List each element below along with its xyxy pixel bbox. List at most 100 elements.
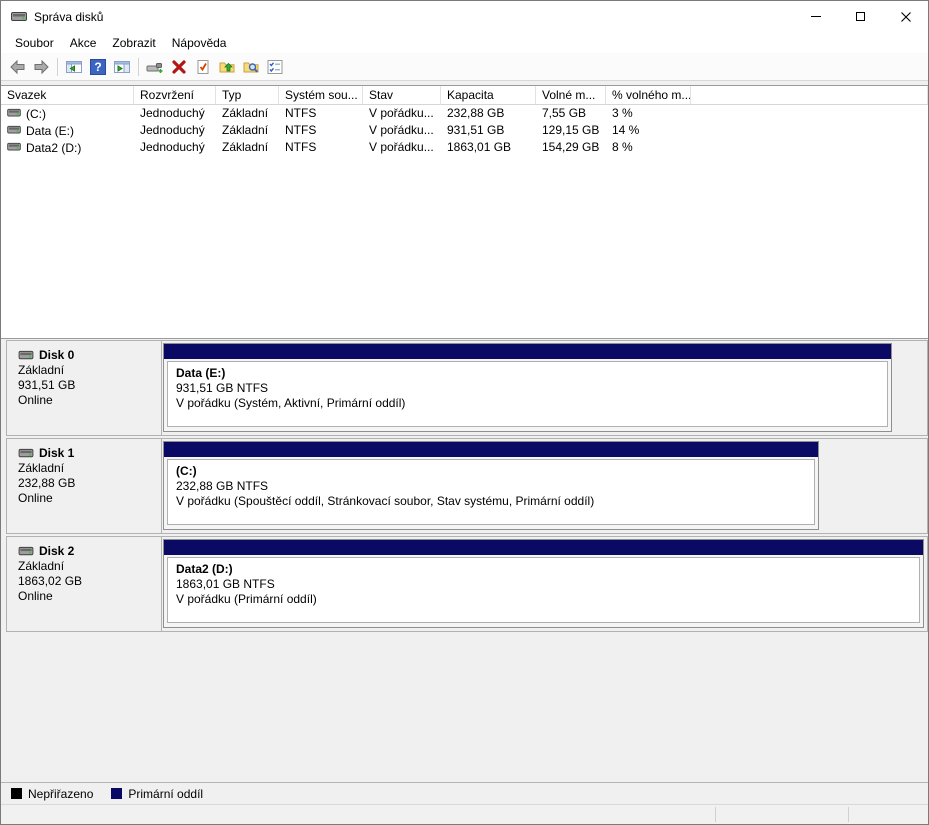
- legend-label: Primární oddíl: [128, 787, 203, 801]
- status-bar-divider: [715, 807, 716, 822]
- disk-size: 1863,02 GB: [18, 574, 161, 589]
- disk1-track: (C:) 232,88 GB NTFS V pořádku (Spouštěcí…: [162, 439, 927, 533]
- help-icon: ?: [90, 59, 106, 75]
- partition-color-strip: [164, 344, 891, 359]
- partition-label: Data2 (D:): [176, 562, 915, 577]
- volume-list-pane: Svazek Rozvržení Typ Systém sou... Stav …: [1, 85, 928, 339]
- volume-row-data2-d[interactable]: Data2 (D:) Jednoduchý Základní NTFS V po…: [1, 139, 928, 156]
- volume-row-c[interactable]: (C:) Jednoduchý Základní NTFS V pořádku.…: [1, 105, 928, 122]
- volume-free-pct: 8 %: [606, 139, 691, 156]
- disk1-header[interactable]: Disk 1 Základní 232,88 GB Online: [7, 439, 162, 533]
- disk0-header[interactable]: Disk 0 Základní 931,51 GB Online: [7, 341, 162, 435]
- menu-akce[interactable]: Akce: [62, 34, 105, 52]
- volume-status: V pořádku...: [363, 139, 441, 156]
- volume-name: Data2 (D:): [26, 141, 81, 155]
- rescan-disks-button[interactable]: [143, 55, 167, 79]
- menu-zobrazit[interactable]: Zobrazit: [104, 34, 163, 52]
- volume-table-header: Svazek Rozvržení Typ Systém sou... Stav …: [1, 86, 928, 105]
- column-header-stav[interactable]: Stav: [363, 86, 441, 105]
- partition-color-strip: [164, 442, 818, 457]
- partition-status: V pořádku (Systém, Aktivní, Primární odd…: [176, 396, 883, 411]
- partition-data-e[interactable]: Data (E:) 931,51 GB NTFS V pořádku (Syst…: [163, 343, 892, 432]
- disk-drive-icon: [18, 546, 34, 558]
- volume-type: Základní: [216, 122, 279, 139]
- primary-partition-swatch-icon: [111, 788, 122, 799]
- volume-row-data-e[interactable]: Data (E:) Jednoduchý Základní NTFS V poř…: [1, 122, 928, 139]
- volume-drive-icon: [7, 108, 21, 119]
- column-header-svazek[interactable]: Svazek: [1, 86, 134, 105]
- partition-c[interactable]: (C:) 232,88 GB NTFS V pořádku (Spouštěcí…: [163, 441, 819, 530]
- volume-free: 129,15 GB: [536, 122, 606, 139]
- graphical-view-pane: Disk 0 Základní 931,51 GB Online Data (E…: [1, 339, 928, 782]
- minimize-button[interactable]: [793, 1, 838, 32]
- volume-fs: NTFS: [279, 139, 363, 156]
- volume-free-pct: 3 %: [606, 105, 691, 122]
- disk-drive-icon: [18, 448, 34, 460]
- status-bar: [1, 804, 928, 824]
- volume-type: Základní: [216, 139, 279, 156]
- legend-label: Nepřiřazeno: [28, 787, 93, 801]
- back-button[interactable]: [5, 55, 29, 79]
- volume-free: 7,55 GB: [536, 105, 606, 122]
- disk-type: Základní: [18, 461, 161, 476]
- maximize-button[interactable]: [838, 1, 883, 32]
- disk-management-window: Správa disků Soubor Akce Zobrazit Nápově…: [0, 0, 929, 825]
- legend-bar: Nepřiřazeno Primární oddíl: [1, 782, 928, 804]
- disk-row-2: Disk 2 Základní 1863,02 GB Online Data2 …: [6, 536, 928, 632]
- partition-data2-d[interactable]: Data2 (D:) 1863,01 GB NTFS V pořádku (Pr…: [163, 539, 924, 628]
- menu-soubor[interactable]: Soubor: [7, 34, 62, 52]
- check-document-icon: [195, 59, 211, 75]
- column-header-procento[interactable]: % volného m...: [606, 86, 691, 105]
- partition-info: Data (E:) 931,51 GB NTFS V pořádku (Syst…: [167, 361, 888, 427]
- toolbar: ?: [1, 53, 928, 81]
- close-button[interactable]: [883, 1, 928, 32]
- check-document-button[interactable]: [191, 55, 215, 79]
- disk-status: Online: [18, 491, 161, 506]
- column-header-system[interactable]: Systém sou...: [279, 86, 363, 105]
- close-icon: [900, 11, 912, 23]
- volume-capacity: 232,88 GB: [441, 105, 536, 122]
- disk-row-1: Disk 1 Základní 232,88 GB Online (C:) 23…: [6, 438, 928, 534]
- app-disk-icon: [11, 9, 27, 24]
- maximize-icon: [856, 12, 865, 21]
- show-action-pane-button[interactable]: [110, 55, 134, 79]
- forward-button[interactable]: [29, 55, 53, 79]
- menu-bar: Soubor Akce Zobrazit Nápověda: [1, 32, 928, 53]
- column-header-rozvrzeni[interactable]: Rozvržení: [134, 86, 216, 105]
- folder-up-button[interactable]: [215, 55, 239, 79]
- folder-search-button[interactable]: [239, 55, 263, 79]
- volume-capacity: 1863,01 GB: [441, 139, 536, 156]
- help-button[interactable]: ?: [86, 55, 110, 79]
- partition-status: V pořádku (Spouštěcí oddíl, Stránkovací …: [176, 494, 810, 509]
- delete-x-icon: [171, 59, 187, 75]
- column-header-volne[interactable]: Volné m...: [536, 86, 606, 105]
- toolbar-separator: [138, 58, 139, 76]
- volume-fs: NTFS: [279, 105, 363, 122]
- partition-label: Data (E:): [176, 366, 883, 381]
- toolbar-separator: [57, 58, 58, 76]
- disk-size: 232,88 GB: [18, 476, 161, 491]
- disk-type: Základní: [18, 559, 161, 574]
- checklist-properties-button[interactable]: [263, 55, 287, 79]
- partition-info: (C:) 232,88 GB NTFS V pořádku (Spouštěcí…: [167, 459, 815, 525]
- partition-color-strip: [164, 540, 923, 555]
- unallocated-swatch-icon: [11, 788, 22, 799]
- forward-arrow-icon: [33, 59, 50, 75]
- console-client-area: Svazek Rozvržení Typ Systém sou... Stav …: [1, 81, 928, 804]
- folder-search-icon: [243, 59, 259, 75]
- disk2-track: Data2 (D:) 1863,01 GB NTFS V pořádku (Pr…: [162, 537, 927, 631]
- partition-info: Data2 (D:) 1863,01 GB NTFS V pořádku (Pr…: [167, 557, 920, 623]
- column-header-kapacita[interactable]: Kapacita: [441, 86, 536, 105]
- disk-drive-icon: [18, 350, 34, 362]
- column-header-filler: [691, 86, 928, 105]
- delete-volume-button[interactable]: [167, 55, 191, 79]
- legend-item-unallocated: Nepřiřazeno: [11, 787, 93, 801]
- disk2-header[interactable]: Disk 2 Základní 1863,02 GB Online: [7, 537, 162, 631]
- column-header-typ[interactable]: Typ: [216, 86, 279, 105]
- show-console-tree-button[interactable]: [62, 55, 86, 79]
- back-arrow-icon: [9, 59, 26, 75]
- partition-size: 931,51 GB NTFS: [176, 381, 883, 396]
- menu-napoveda[interactable]: Nápověda: [164, 34, 235, 52]
- action-pane-icon: [113, 59, 131, 75]
- volume-name: (C:): [26, 107, 46, 121]
